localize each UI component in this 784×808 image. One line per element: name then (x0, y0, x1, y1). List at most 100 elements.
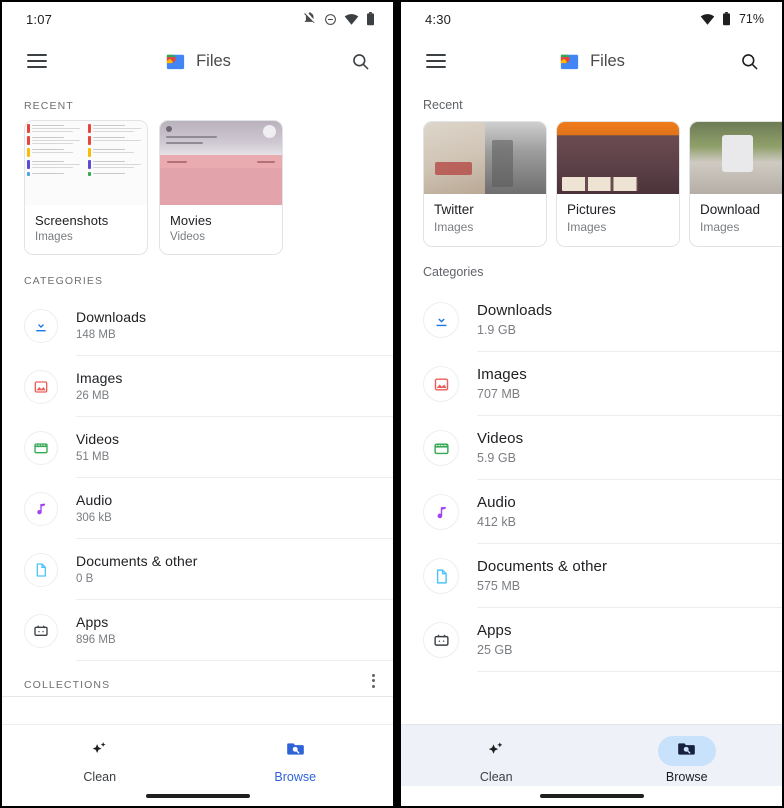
app-title: Files (590, 51, 625, 70)
category-size: 1.9 GB (477, 323, 516, 337)
clean-sparkle-icon (485, 739, 507, 764)
category-name: Apps (76, 614, 109, 630)
recent-card-screenshots[interactable]: Screenshots Images (24, 120, 148, 255)
content-area-right: Recent Twitter Images Pictures Images Do… (401, 86, 782, 724)
app-bar-right: Files (401, 36, 782, 86)
audio-icon (423, 494, 459, 530)
nav-item-clean[interactable]: Clean (45, 736, 155, 784)
document-icon (423, 558, 459, 594)
category-size: 25 GB (477, 643, 513, 657)
phone-screen-left: 1:07 Files RECENT Screenshots Images Mov… (0, 0, 393, 808)
categories-list-right: Downloads 1.9 GB Images 707 MB Videos 5.… (401, 288, 782, 672)
recent-card-title: Pictures (567, 202, 616, 217)
movie-player-thumbnail (160, 121, 282, 205)
menu-icon[interactable] (22, 46, 52, 76)
photo-street-thumbnail (557, 122, 679, 194)
image-icon (24, 369, 58, 404)
category-row-audio[interactable]: Audio 306 kB (2, 478, 393, 539)
app-bar-left: Files (2, 36, 393, 86)
category-name: Documents & other (477, 558, 608, 575)
gesture-area-left (2, 786, 393, 806)
recent-card-pictures[interactable]: Pictures Images (556, 121, 680, 247)
status-bar-left: 1:07 (2, 2, 393, 36)
category-row-audio[interactable]: Audio 412 kB (401, 480, 782, 544)
category-row-documents[interactable]: Documents & other 575 MB (401, 544, 782, 608)
category-row-images[interactable]: Images 26 MB (2, 356, 393, 417)
categories-list-left: Downloads 148 MB Images 26 MB Videos 51 … (2, 295, 393, 661)
bottom-nav-right: Clean Browse (401, 724, 782, 786)
nav-item-browse[interactable]: Browse (632, 736, 742, 784)
nav-label: Clean (83, 770, 117, 784)
gesture-area-right (401, 786, 782, 806)
search-icon[interactable] (345, 46, 375, 76)
recent-card-subtitle: Videos (170, 231, 205, 243)
category-row-videos[interactable]: Videos 51 MB (2, 417, 393, 478)
more-options-icon[interactable] (368, 670, 379, 692)
category-name: Documents & other (76, 553, 198, 569)
recent-card-download[interactable]: Download Images (689, 121, 782, 247)
content-area-left: RECENT Screenshots Images Movies Videos … (2, 86, 393, 724)
photo-bicycle-thumbnail (690, 122, 782, 194)
category-name: Images (76, 370, 123, 386)
recent-card-row: Twitter Images Pictures Images Download … (401, 121, 782, 253)
clean-pill (467, 736, 525, 766)
search-icon[interactable] (734, 46, 764, 76)
browse-folder-icon (285, 739, 306, 763)
video-icon (24, 430, 58, 465)
recent-card-title: Screenshots (35, 213, 109, 228)
category-size: 51 MB (76, 451, 110, 463)
collections-section-header: COLLECTIONS (2, 665, 393, 697)
recent-card-subtitle: Images (434, 220, 474, 234)
category-row-apps[interactable]: Apps 25 GB (401, 608, 782, 672)
files-logo-icon (558, 50, 581, 73)
clean-sparkle-icon (89, 739, 110, 763)
status-icon-group (303, 12, 375, 26)
nav-item-browse[interactable]: Browse (240, 736, 350, 784)
category-size: 26 MB (76, 390, 110, 402)
home-gesture-bar[interactable] (145, 794, 250, 798)
clean-pill (71, 736, 129, 766)
category-row-images[interactable]: Images 707 MB (401, 352, 782, 416)
battery-icon (722, 12, 731, 26)
wifi-icon (344, 13, 359, 25)
recent-card-title: Twitter (434, 202, 474, 217)
category-row-apps[interactable]: Apps 896 MB (2, 600, 393, 661)
category-size: 5.9 GB (477, 451, 516, 465)
status-time: 1:07 (26, 11, 53, 27)
app-brand: Files (2, 50, 393, 73)
category-size: 896 MB (76, 634, 116, 646)
browse-folder-icon (676, 739, 697, 763)
recent-card-title: Movies (170, 213, 212, 228)
phone-screen-right: 4:30 71% Files Recent Twitter Images Pic… (401, 0, 784, 808)
recent-card-subtitle: Images (35, 231, 73, 243)
wifi-icon (700, 13, 715, 25)
nav-label: Browse (665, 770, 708, 784)
category-name: Audio (76, 492, 113, 508)
category-row-videos[interactable]: Videos 5.9 GB (401, 416, 782, 480)
browse-pill-active (657, 736, 716, 766)
collections-heading: COLLECTIONS (24, 679, 111, 691)
battery-icon (366, 12, 375, 26)
status-bar-right: 4:30 71% (401, 2, 782, 36)
notifications-off-icon (303, 12, 317, 26)
recent-card-twitter[interactable]: Twitter Images (423, 121, 547, 247)
nav-item-clean[interactable]: Clean (441, 736, 551, 784)
category-size: 707 MB (477, 387, 521, 401)
category-size: 412 kB (477, 515, 516, 529)
categories-heading: CATEGORIES (24, 275, 104, 287)
screen-divider (393, 0, 401, 808)
category-row-downloads[interactable]: Downloads 148 MB (2, 295, 393, 356)
home-gesture-bar[interactable] (539, 794, 644, 798)
category-name: Apps (477, 622, 512, 639)
apps-icon (423, 622, 459, 658)
category-name: Downloads (76, 309, 147, 325)
category-row-downloads[interactable]: Downloads 1.9 GB (401, 288, 782, 352)
download-icon (423, 302, 459, 338)
category-row-documents[interactable]: Documents & other 0 B (2, 539, 393, 600)
categories-heading: Categories (423, 265, 484, 279)
nav-label: Clean (479, 770, 513, 784)
recent-card-movies[interactable]: Movies Videos (159, 120, 283, 255)
browse-pill (266, 736, 324, 766)
status-time: 4:30 (425, 11, 452, 27)
menu-icon[interactable] (421, 46, 451, 76)
